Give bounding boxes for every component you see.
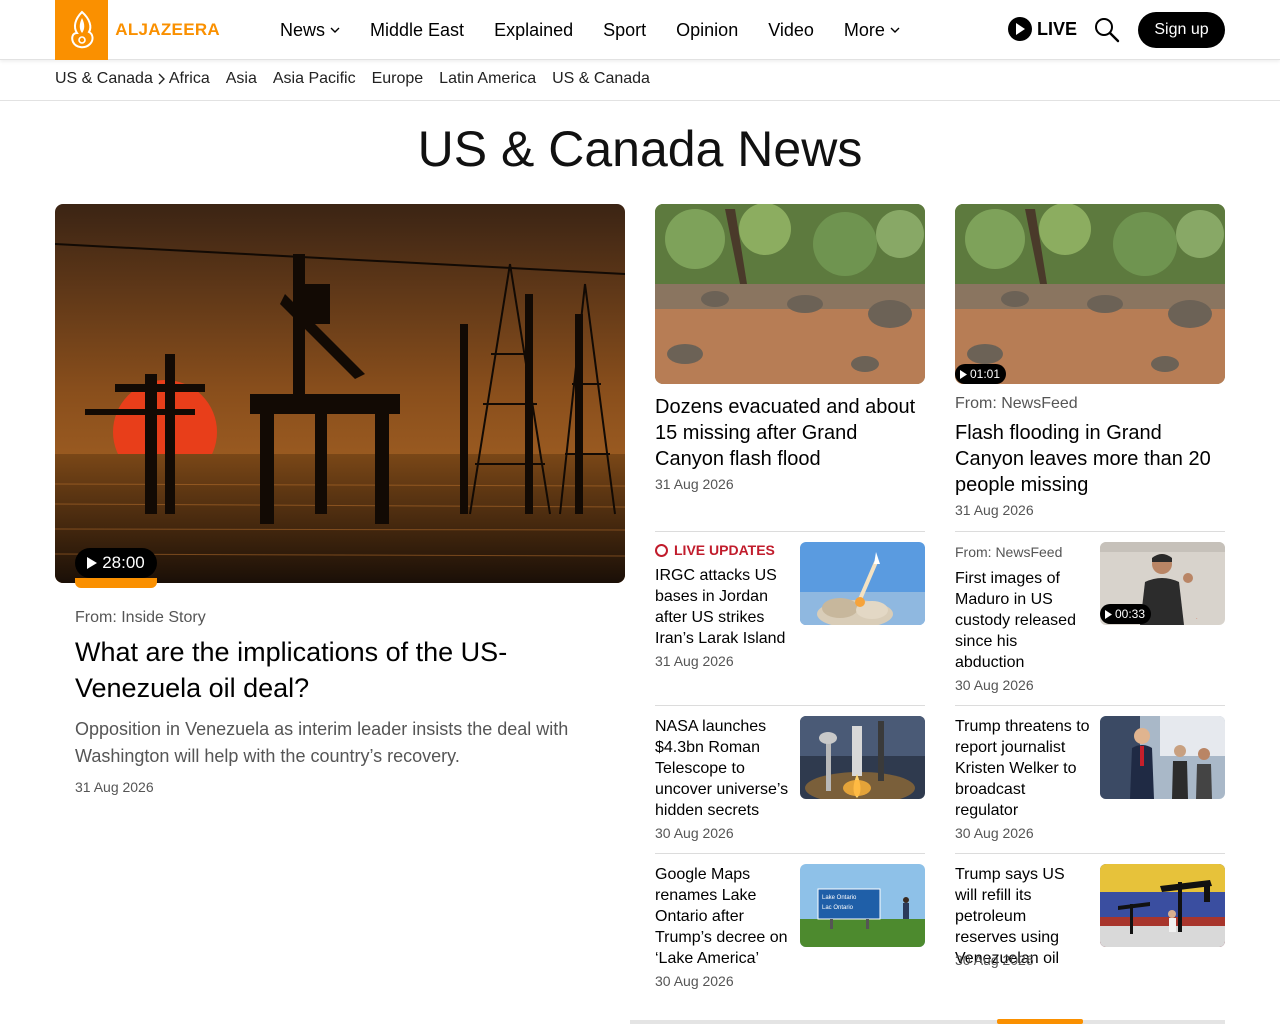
breadcrumb-current[interactable]: US & Canada	[55, 70, 153, 88]
card-source: From: NewsFeed	[955, 395, 1078, 412]
feature-headline[interactable]: What are the implications of the US-Vene…	[75, 634, 595, 706]
list-item-date: 31 Aug 2026	[655, 653, 734, 669]
site-header: ALJAZEERA News Middle East Explained Spo…	[0, 0, 1280, 60]
subnav-item-us-canada[interactable]: US & Canada	[552, 70, 650, 88]
nav-label: News	[280, 19, 326, 40]
live-updates-tag: LIVE UPDATES	[655, 542, 775, 558]
play-icon	[960, 369, 967, 379]
divider	[655, 853, 925, 854]
divider	[955, 705, 1225, 706]
nav-label: Sport	[603, 19, 647, 40]
subnav-item-latin-america[interactable]: Latin America	[439, 70, 536, 88]
thumbnail-trump-press[interactable]	[1100, 716, 1225, 799]
site-logo[interactable]: ALJAZEERA	[55, 0, 220, 60]
card-date: 31 Aug 2026	[655, 476, 734, 492]
feature-excerpt: Opposition in Venezuela as interim leade…	[75, 719, 569, 766]
video-duration-badge: 00:33	[1100, 604, 1152, 624]
list-item-headline[interactable]: Google Maps renames Lake Ontario after T…	[655, 864, 790, 969]
nav-item-middle-east[interactable]: Middle East	[370, 20, 464, 41]
list-item-source: From: NewsFeed	[955, 544, 1063, 560]
play-icon	[1008, 17, 1032, 41]
card-image-flood[interactable]	[655, 204, 925, 384]
video-progress-bar	[75, 578, 157, 588]
list-item-headline[interactable]: NASA launches $4.3bn Roman Telescope to …	[655, 716, 790, 821]
subnav-item-asia[interactable]: Asia	[226, 70, 257, 88]
logo-wordmark: ALJAZEERA	[115, 20, 220, 39]
duration-label: 01:01	[970, 367, 1001, 381]
divider	[655, 705, 925, 706]
nav-item-video[interactable]: Video	[768, 20, 814, 41]
list-item-date: 30 Aug 2026	[955, 952, 1034, 968]
video-duration-badge: 28:00	[75, 548, 157, 578]
search-icon[interactable]	[1094, 17, 1120, 43]
subnav-item-europe[interactable]: Europe	[372, 70, 424, 88]
next-section-accent	[997, 1019, 1083, 1024]
sign-line-1: Lake Ontario	[822, 895, 857, 901]
divider	[955, 853, 1225, 854]
live-indicator-icon	[655, 543, 668, 557]
list-item-headline[interactable]: IRGC attacks US bases in Jordan after US…	[655, 565, 790, 649]
play-icon	[87, 557, 98, 569]
feature-date: 31 Aug 2026	[75, 779, 154, 795]
list-item-date: 30 Aug 2026	[955, 677, 1034, 693]
nav-item-opinion[interactable]: Opinion	[676, 20, 738, 41]
list-item-headline[interactable]: First images of Maduro in US custody rel…	[955, 568, 1090, 673]
card-date: 31 Aug 2026	[955, 502, 1034, 518]
duration-label: 00:33	[1115, 607, 1146, 621]
thumbnail-missile[interactable]	[800, 542, 925, 625]
card-headline[interactable]: Dozens evacuated and about 15 missing af…	[655, 394, 925, 472]
nav-label: Middle East	[370, 19, 465, 40]
divider	[655, 531, 925, 532]
subnav-item-africa[interactable]: Africa	[169, 70, 210, 88]
nav-item-explained[interactable]: Explained	[494, 20, 573, 41]
list-item-date: 30 Aug 2026	[655, 825, 734, 841]
sub-nav: US & Canada Africa Asia Asia Pacific Eur…	[0, 61, 1280, 101]
thumbnail-venezuela-oil[interactable]	[1100, 864, 1225, 947]
live-button[interactable]: LIVE	[1008, 17, 1077, 41]
breadcrumb: US & Canada Africa Asia Asia Pacific Eur…	[55, 70, 666, 88]
video-duration-badge: 01:01	[955, 364, 1007, 384]
nav-label: More	[843, 19, 885, 40]
main-nav: News Middle East Explained Sport Opinion…	[280, 0, 930, 60]
thumbnail-rocket-launch[interactable]	[800, 716, 925, 799]
nav-label: Opinion	[676, 19, 739, 40]
page-title: US & Canada News	[417, 121, 863, 177]
live-label: LIVE	[1037, 18, 1078, 39]
chevron-down-icon	[330, 27, 340, 33]
nav-label: Video	[768, 19, 814, 40]
nav-item-sport[interactable]: Sport	[603, 20, 646, 41]
sign-up-button[interactable]: Sign up	[1138, 12, 1225, 48]
card-headline[interactable]: Flash flooding in Grand Canyon leaves mo…	[955, 420, 1225, 498]
feature-image-oil-rigs[interactable]	[55, 204, 625, 583]
thumbnail-lake-ontario-sign[interactable]: Lake Ontario Lac Ontario	[800, 864, 925, 947]
nav-item-more[interactable]: More	[844, 20, 900, 41]
list-item-headline[interactable]: Trump threatens to report journalist Kri…	[955, 716, 1090, 821]
nav-item-news[interactable]: News	[280, 20, 340, 41]
play-icon	[1105, 609, 1112, 619]
logo-emblem-icon	[55, 0, 109, 60]
list-item-date: 30 Aug 2026	[955, 825, 1034, 841]
subnav-item-asia-pacific[interactable]: Asia Pacific	[273, 70, 356, 88]
chevron-right-icon	[158, 73, 165, 85]
card-image-flood-video[interactable]	[955, 204, 1225, 384]
nav-label: Explained	[494, 19, 574, 40]
list-item-date: 30 Aug 2026	[655, 973, 734, 989]
divider	[955, 531, 1225, 532]
chevron-down-icon	[890, 27, 900, 33]
feature-source: From: Inside Story	[75, 609, 206, 626]
next-section-strip	[630, 1020, 1225, 1024]
duration-label: 28:00	[102, 553, 145, 572]
live-tag-label: LIVE UPDATES	[674, 542, 775, 558]
sign-line-2: Lac Ontario	[822, 905, 854, 911]
